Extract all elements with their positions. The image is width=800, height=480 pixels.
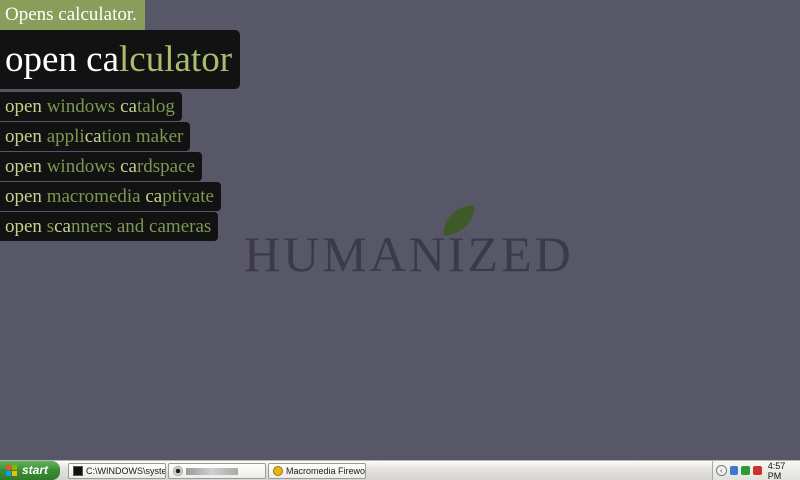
taskbar-item-command-prompt[interactable]: C:\WINDOWS\syste... [68, 463, 166, 479]
task-label: Macromedia Firework... [286, 466, 366, 476]
completion-text: s [46, 216, 55, 237]
suggestion-item[interactable]: open scanners and cameras [0, 212, 219, 241]
completion-text: windows [46, 96, 121, 117]
start-button[interactable]: start [0, 461, 60, 480]
completion-text: appli [46, 126, 85, 147]
typed-text: open [5, 216, 47, 237]
humanized-logo: HUMANIZED [244, 226, 574, 282]
alert-icon[interactable] [753, 466, 762, 475]
blurred-task-label [186, 467, 238, 475]
windows-logo-icon [6, 464, 18, 477]
command-description: Opens calculator. [0, 0, 145, 30]
typed-text: ca [84, 126, 102, 147]
completion-text: rdspace [136, 156, 195, 177]
taskbar-item-blurred[interactable] [168, 463, 266, 479]
completion-text: ptivate [162, 186, 214, 207]
eye-icon [173, 466, 183, 476]
completion-text: lculator [119, 39, 233, 80]
typed-text: ca [120, 96, 137, 117]
show-hidden-icons-chevron-icon[interactable]: ‹ [716, 465, 727, 476]
task-label: C:\WINDOWS\syste... [86, 466, 166, 476]
typed-text: ca [120, 156, 137, 177]
clock[interactable]: 4:57 PM [768, 461, 800, 480]
typed-text: open [5, 126, 47, 147]
completion-text: talog [136, 96, 175, 117]
fireworks-icon [273, 466, 283, 476]
typed-text: open [5, 186, 47, 207]
cmd-icon [73, 466, 83, 476]
suggestion-item[interactable]: open windows catalog [0, 92, 182, 121]
completion-text: windows [46, 156, 121, 177]
security-icon[interactable] [741, 466, 751, 475]
typed-text: open [5, 156, 47, 177]
suggestion-item[interactable]: open application maker [0, 122, 191, 151]
suggestion-item[interactable]: open macromedia captivate [0, 182, 221, 211]
taskbar-item-fireworks[interactable]: Macromedia Firework... [268, 463, 366, 479]
suggestion-item[interactable]: open windows cardspace [0, 152, 202, 181]
completion-text: tion maker [101, 126, 184, 147]
typed-text: open [5, 96, 47, 117]
start-label: start [22, 463, 49, 477]
typed-text: ca [54, 216, 71, 237]
current-command: open calculator [0, 30, 241, 89]
taskbar: start C:\WINDOWS\syste... Macromedia Fir… [0, 460, 800, 480]
completion-text: macromedia [46, 186, 146, 207]
network-icon[interactable] [729, 466, 739, 475]
system-tray: ‹ 4:57 PM [712, 461, 800, 480]
typed-text: ca [145, 186, 163, 207]
completion-text: nners and cameras [70, 216, 212, 237]
typed-text: open ca [5, 39, 120, 80]
